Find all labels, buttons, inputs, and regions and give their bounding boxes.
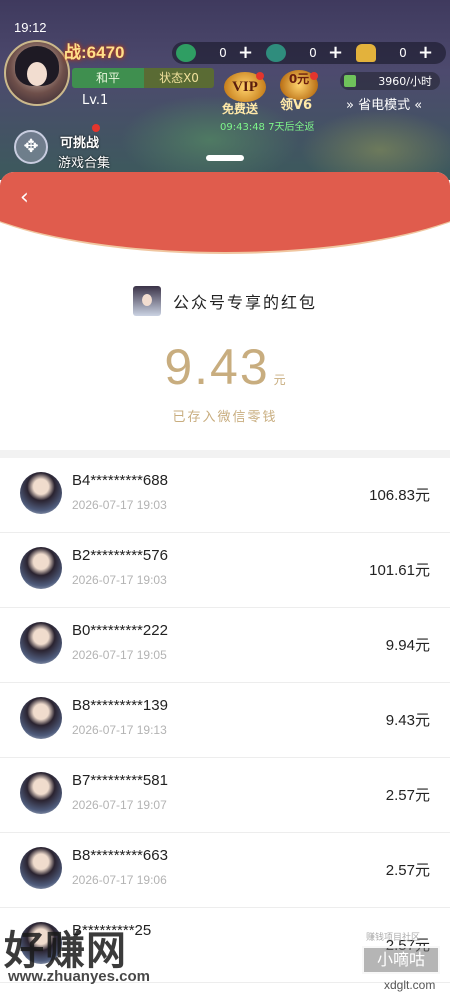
amount-unit: 元 [273,373,286,387]
watermark-url: xdglt.com [384,978,436,992]
claim-record-list: B4*********688 2026-07-17 19:03 106.83元 … [0,458,450,983]
claim-time: 2026-07-17 19:05 [72,648,167,662]
diamond-grid-icon: ✥ [23,136,39,157]
red-packet-sheet: ‹ 公众号专享的红包 9.43 元 已存入微信零钱 B4*********688 … [0,172,450,1000]
status-time: 19:12 [14,20,47,35]
claim-time: 2026-07-17 19:03 [72,573,167,587]
claim-amount: 101.61元 [369,562,430,579]
claimer-name: B0*********222 [72,622,168,639]
challenge-label[interactable]: 可挑战 [60,132,99,151]
notification-dot [310,72,318,80]
claimer-name: B2*********576 [72,547,168,564]
claim-time: 2026-07-17 19:06 [72,873,167,887]
avatar [20,622,62,664]
claimer-name: B7*********581 [72,772,168,789]
claim-amount: 9.43元 [385,712,430,729]
add-jade-button[interactable]: + [238,44,253,62]
avatar [20,847,62,889]
cash-icon [344,75,356,87]
list-item[interactable]: B8*********139 2026-07-17 19:13 9.43元 [0,683,450,758]
watermark-logo: 小嘀咕 [362,946,440,974]
game-hud: 19:12 战:6470 0 + 0 + 0 + 和平 状态X0 Lv.1 VI… [0,0,450,180]
status-button[interactable]: 状态X0 [144,68,214,88]
sender-info: 公众号专享的红包 [0,286,450,316]
game-menu-button[interactable]: ✥ [14,130,48,164]
claim-amount: 2.57元 [385,862,430,879]
resource-bound-jade: 0 + [266,42,343,64]
list-item[interactable]: B7*********581 2026-07-17 19:07 2.57元 [0,758,450,833]
received-amount: 9.43 元 [0,338,450,396]
notification-dot [256,72,264,80]
player-avatar[interactable] [4,40,70,106]
game-collection-button[interactable]: 游戏合集 [58,152,110,171]
list-item[interactable]: B2*********576 2026-07-17 19:03 101.61元 [0,533,450,608]
notification-dot [92,124,100,132]
list-item[interactable]: B8*********663 2026-07-17 19:06 2.57元 [0,833,450,908]
list-item[interactable]: B0*********222 2026-07-17 19:05 9.94元 [0,608,450,683]
add-bound-jade-button[interactable]: + [328,44,343,62]
sender-name: 公众号专享的红包 [172,293,317,312]
back-button[interactable]: ‹ [20,186,44,210]
saved-to-wallet-note[interactable]: 已存入微信零钱 [0,406,450,425]
resource-jade: 0 + [176,42,253,64]
avatar [20,697,62,739]
vip-free-label[interactable]: 免费送 [222,100,258,117]
list-item[interactable]: B4*********688 2026-07-17 19:03 106.83元 [0,458,450,533]
claim-time: 2026-07-17 19:07 [72,798,167,812]
watermark-caption: 赚钱项目社区 [366,933,421,943]
sheet-drag-handle[interactable] [206,155,244,161]
claim-time: 2026-07-17 19:03 [72,498,167,512]
claim-amount: 2.57元 [385,787,430,804]
rebate-countdown: 09:43:48 7天后全返 [220,122,315,133]
avatar [20,472,62,514]
red-packet-header [0,172,450,254]
gold-ingot-icon [356,44,376,62]
section-divider [0,450,450,458]
background-foliage [300,110,450,180]
v6-label[interactable]: 领V6 [280,94,312,113]
resource-gold: 0 + [356,42,433,64]
power-save-button[interactable]: » 省电模式 « [346,94,422,113]
peace-mode-button[interactable]: 和平 [72,68,144,88]
bound-jade-icon [266,44,286,62]
chevron-left-icon: ‹ [20,185,29,210]
amount-value: 9.43 [164,339,270,395]
combat-power: 战:6470 [64,43,125,62]
watermark-url: www.zhuanyes.com [8,968,150,985]
claimer-name: B4*********688 [72,472,168,489]
claimer-name: B8*********663 [72,847,168,864]
player-level: Lv.1 [82,93,109,108]
hourly-rate: 3960/小时 [340,72,440,90]
avatar [20,547,62,589]
jade-icon [176,44,196,62]
claim-amount: 9.94元 [385,637,430,654]
claim-time: 2026-07-17 19:13 [72,723,167,737]
sender-avatar [132,286,161,316]
claim-amount: 106.83元 [369,487,430,504]
claimer-name: B8*********139 [72,697,168,714]
add-gold-button[interactable]: + [418,44,433,62]
avatar [20,772,62,814]
background-foliage [120,95,300,180]
